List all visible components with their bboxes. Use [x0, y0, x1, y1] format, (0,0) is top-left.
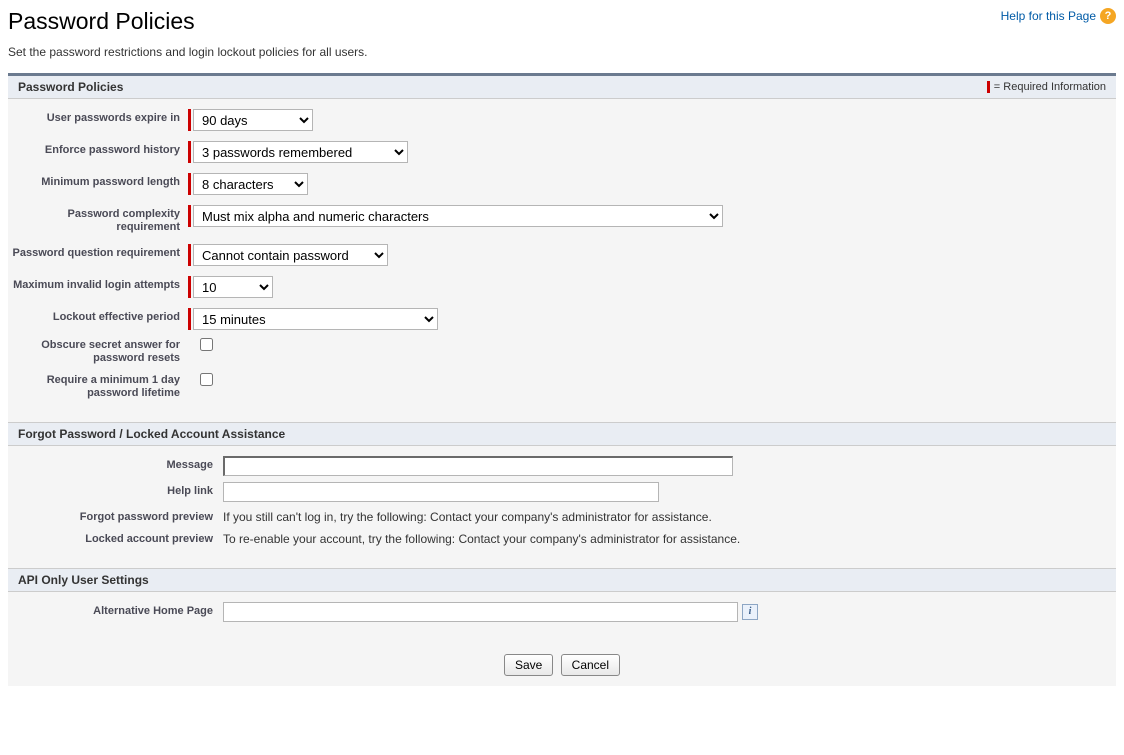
label-alt-home: Alternative Home Page	[8, 602, 223, 617]
section-title-forgot: Forgot Password / Locked Account Assista…	[18, 427, 285, 441]
select-lockout[interactable]: 15 minutes	[193, 308, 438, 330]
input-message[interactable]	[223, 456, 733, 476]
label-lockout: Lockout effective period	[8, 308, 188, 324]
help-for-page-link[interactable]: Help for this Page ?	[1001, 8, 1116, 24]
info-icon[interactable]: i	[742, 604, 758, 620]
label-min-length: Minimum password length	[8, 173, 188, 189]
label-locked-preview: Locked account preview	[8, 530, 223, 545]
section-title-policies: Password Policies	[18, 80, 123, 94]
label-forgot-preview: Forgot password preview	[8, 508, 223, 523]
input-help-link[interactable]	[223, 482, 659, 502]
label-message: Message	[8, 456, 223, 471]
required-bar	[188, 276, 191, 298]
label-max-invalid: Maximum invalid login attempts	[8, 276, 188, 292]
select-question[interactable]: Cannot contain password	[193, 244, 388, 266]
label-history: Enforce password history	[8, 141, 188, 157]
required-bar	[188, 244, 191, 266]
required-bar	[188, 141, 191, 163]
button-row: Save Cancel	[8, 644, 1116, 686]
select-history[interactable]: 3 passwords remembered	[193, 141, 408, 163]
checkbox-min-lifetime[interactable]	[200, 373, 213, 386]
section-header-policies: Password Policies = Required Information	[8, 76, 1116, 99]
checkbox-obscure[interactable]	[200, 338, 213, 351]
select-complexity[interactable]: Must mix alpha and numeric characters	[193, 205, 723, 227]
save-button[interactable]: Save	[504, 654, 553, 676]
help-icon: ?	[1100, 8, 1116, 24]
section-header-api: API Only User Settings	[8, 568, 1116, 592]
required-bar	[188, 109, 191, 131]
label-help-link: Help link	[8, 482, 223, 497]
required-bar	[188, 173, 191, 195]
select-max-invalid[interactable]: 10	[193, 276, 273, 298]
cancel-button[interactable]: Cancel	[561, 654, 620, 676]
help-link-label: Help for this Page	[1001, 9, 1096, 23]
required-bar	[188, 205, 191, 227]
label-min-lifetime: Require a minimum 1 day password lifetim…	[8, 371, 188, 400]
page-description: Set the password restrictions and login …	[8, 45, 1116, 59]
text-locked-preview: To re-enable your account, try the follo…	[223, 530, 740, 546]
select-expire[interactable]: 90 days	[193, 109, 313, 131]
page-title: Password Policies	[8, 8, 195, 35]
required-bar	[188, 308, 191, 330]
label-complexity: Password complexity requirement	[8, 205, 188, 234]
label-expire: User passwords expire in	[8, 109, 188, 125]
label-question: Password question requirement	[8, 244, 188, 260]
required-info-legend: = Required Information	[987, 81, 1106, 93]
select-min-length[interactable]: 8 characters	[193, 173, 308, 195]
required-indicator-icon	[987, 81, 990, 93]
section-title-api: API Only User Settings	[18, 573, 149, 587]
section-header-forgot: Forgot Password / Locked Account Assista…	[8, 422, 1116, 446]
settings-panel: Password Policies = Required Information…	[8, 73, 1116, 686]
text-forgot-preview: If you still can't log in, try the follo…	[223, 508, 712, 524]
required-info-text: = Required Information	[994, 81, 1106, 93]
label-obscure: Obscure secret answer for password reset…	[8, 336, 188, 365]
input-alt-home[interactable]	[223, 602, 738, 622]
